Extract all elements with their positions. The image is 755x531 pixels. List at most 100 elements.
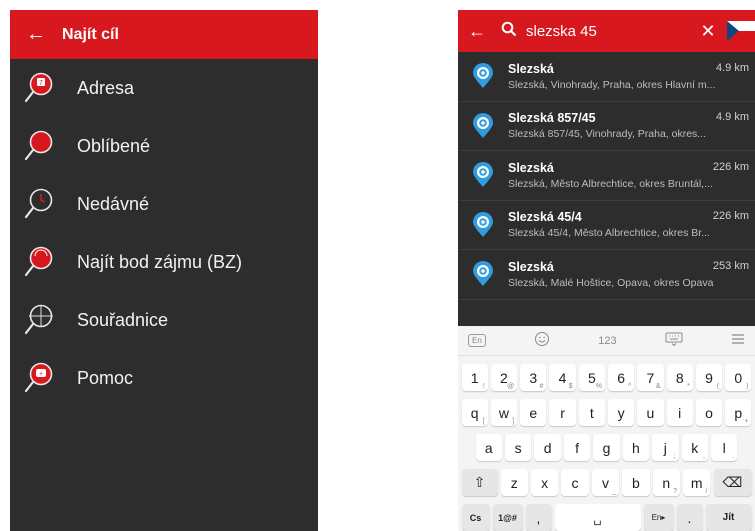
key-row-numbers: 1! 2 @3 #4 $5% 6 ^ 7 & 8 * 9(0)	[458, 364, 755, 391]
key-l[interactable]: l.	[711, 434, 738, 461]
back-button[interactable]: ←	[10, 23, 62, 46]
menu-icon[interactable]	[731, 333, 745, 348]
key-row-asdf: a s d f g h j; k, l.	[458, 434, 755, 461]
result-row[interactable]: Slezská 857/45 4.9 km Slezská 857/45, Vino…	[458, 102, 755, 151]
search-input[interactable]: slezska 45	[526, 23, 691, 40]
key-g[interactable]: g	[593, 434, 620, 461]
result-row[interactable]: Slezská 4.9 km Slezská, Vinohrady, Praha, …	[458, 52, 755, 102]
key-8[interactable]: 8 *	[666, 364, 693, 391]
key-4[interactable]: 4 $	[549, 364, 576, 391]
key-d[interactable]: d	[534, 434, 561, 461]
key-label: p	[734, 404, 743, 421]
czech-flag-icon[interactable]	[725, 10, 755, 52]
language-button[interactable]: En	[468, 334, 486, 347]
arrow-left-icon: ←	[468, 20, 486, 41]
lang-switch-label: En▸	[651, 513, 666, 522]
key-label: 3	[529, 369, 538, 386]
key-sublabel: _	[612, 488, 617, 495]
search-icon	[496, 21, 522, 42]
key-x[interactable]: x	[530, 469, 559, 496]
backspace-key[interactable]: ⌫	[713, 469, 752, 496]
address-search-icon: 7	[10, 68, 76, 108]
shift-key[interactable]: ⇧	[461, 469, 498, 496]
result-distance: 226 km	[712, 210, 749, 223]
period-key[interactable]: .	[676, 504, 703, 531]
key-9[interactable]: 9(	[695, 364, 723, 391]
key-3[interactable]: 3 #	[520, 364, 547, 391]
key-label: k	[691, 439, 699, 456]
key-b[interactable]: b	[622, 469, 650, 496]
result-row[interactable]: Slezská 226 km Slezská, Město Albrechtice,…	[458, 151, 755, 201]
key-e[interactable]: e	[520, 399, 547, 426]
key-q[interactable]: q[	[461, 399, 488, 426]
header-bar: ← Najít cíl	[10, 10, 318, 59]
key-row-bottom: Cs 1@# , ␣ En▸ . Jít	[458, 504, 755, 531]
result-distance: 226 km	[712, 160, 749, 173]
clear-button[interactable]: ✕	[691, 21, 725, 42]
key-k[interactable]: k,	[681, 434, 708, 461]
key-w[interactable]: w]	[490, 399, 518, 426]
result-text: Slezská 4.9 km Slezská, Vinohrady, Praha, …	[508, 62, 755, 91]
key-u[interactable]: u	[637, 399, 664, 426]
numbers-button[interactable]: 123	[598, 335, 616, 347]
key-sublabel: ,	[703, 453, 705, 460]
key-label: w	[498, 404, 509, 421]
key-j[interactable]: j;	[652, 434, 679, 461]
go-key[interactable]: Jít	[705, 504, 752, 531]
symbols-key[interactable]: 1@#	[492, 504, 523, 531]
key-label: q	[470, 404, 479, 421]
key-sublabel: )	[746, 383, 749, 390]
cs-key[interactable]: Cs	[461, 504, 490, 531]
search-results-list: Slezská 4.9 km Slezská, Vinohrady, Praha, …	[458, 52, 755, 314]
key-p[interactable]: p +	[725, 399, 752, 426]
space-key[interactable]: ␣	[554, 504, 641, 531]
back-button[interactable]: ←	[458, 21, 496, 42]
result-row[interactable]: Slezská 253 km Slezská, Malé Hoštice, Opav…	[458, 250, 755, 300]
key-h[interactable]: h	[622, 434, 650, 461]
key-c[interactable]: c	[561, 469, 589, 496]
key-label: s	[514, 439, 522, 456]
result-address: Slezská, Malé Hoštice, Opava, okres Opav…	[508, 276, 714, 289]
help-search-icon: +	[10, 358, 76, 398]
emoji-icon[interactable]	[534, 331, 550, 350]
go-key-label: Jít	[722, 512, 735, 523]
key-y[interactable]: y	[607, 399, 635, 426]
key-v[interactable]: v _	[591, 469, 620, 496]
key-f[interactable]: f	[563, 434, 591, 461]
menu-item-oblíbené[interactable]: Oblíbené	[10, 117, 318, 175]
poi-search-icon	[10, 242, 76, 282]
key-2[interactable]: 2 @	[490, 364, 518, 391]
key-label: e	[529, 404, 538, 421]
key-label: 9	[705, 369, 713, 386]
key-i[interactable]: i	[666, 399, 693, 426]
menu-item-nedávné[interactable]: Nedávné	[10, 175, 318, 233]
menu-item-pomoc[interactable]: + Pomoc	[10, 349, 318, 407]
key-o[interactable]: o	[695, 399, 723, 426]
key-label: 1	[470, 369, 479, 386]
key-6[interactable]: 6 ^	[607, 364, 635, 391]
key-s[interactable]: s	[504, 434, 532, 461]
search-bar: ← slezska 45 ✕	[458, 10, 755, 52]
key-7[interactable]: 7 &	[637, 364, 664, 391]
result-row[interactable]: Slezská 45/4 226 km Slezská 45/4, Město Al…	[458, 201, 755, 250]
key-5[interactable]: 5%	[578, 364, 605, 391]
key-label: f	[575, 439, 579, 456]
key-0[interactable]: 0)	[725, 364, 752, 391]
menu-item-souřadnice[interactable]: Souřadnice	[10, 291, 318, 349]
lang-switch-key[interactable]: En▸	[643, 504, 674, 531]
keyboard-hide-icon[interactable]	[665, 332, 683, 349]
key-r[interactable]: r	[549, 399, 576, 426]
comma-key[interactable]: ,	[525, 504, 552, 531]
key-label: b	[632, 474, 640, 491]
key-label: n	[662, 474, 671, 491]
key-sublabel: ]	[512, 418, 515, 425]
key-t[interactable]: t	[578, 399, 605, 426]
key-n[interactable]: n?	[652, 469, 681, 496]
key-a[interactable]: a	[475, 434, 502, 461]
menu-item-najít[interactable]: Najít bod zájmu (BZ)	[10, 233, 318, 291]
key-m[interactable]: m /	[683, 469, 711, 496]
key-1[interactable]: 1!	[461, 364, 488, 391]
menu-item-adresa[interactable]: 7 Adresa	[10, 59, 318, 117]
key-z[interactable]: z	[500, 469, 528, 496]
favorite-search-icon	[10, 126, 76, 166]
